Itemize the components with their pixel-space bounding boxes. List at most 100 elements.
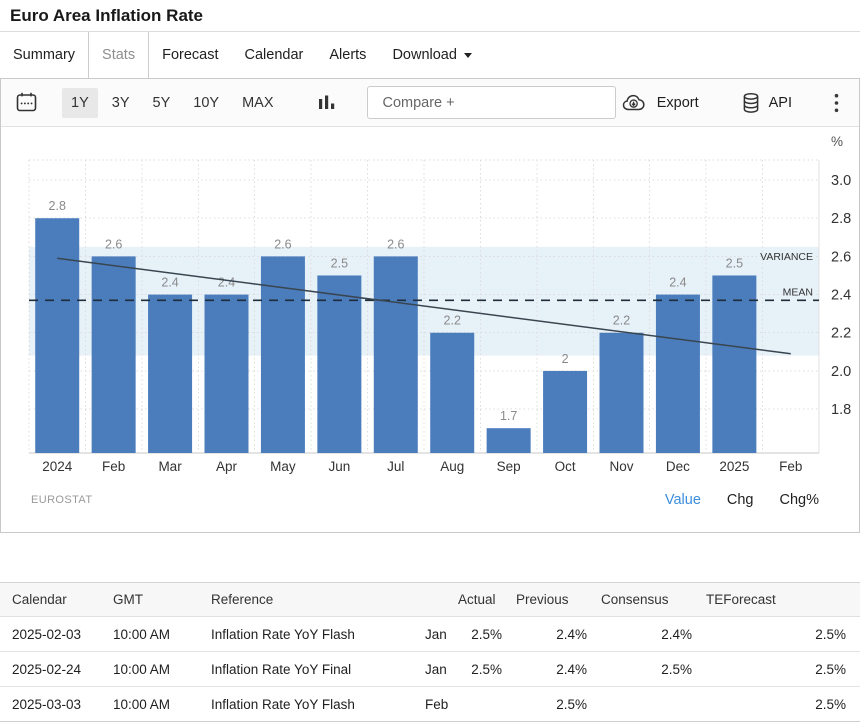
table-row[interactable]: 2025-02-03 10:00 AM Inflation Rate YoY F… <box>0 617 860 652</box>
col-header-reference: Reference <box>211 583 408 617</box>
bar-value-label: 2.5 <box>331 256 348 270</box>
chart-type-button[interactable] <box>317 93 337 113</box>
toolbar-actions: Export API <box>616 91 845 115</box>
api-label: API <box>769 95 792 111</box>
y-tick-label: 3.0 <box>831 173 851 189</box>
bar-value-label: 2.4 <box>161 276 178 290</box>
bar-Aug[interactable] <box>430 333 474 453</box>
table-row[interactable]: 2025-03-03 10:00 AM Inflation Rate YoY F… <box>0 687 860 722</box>
col-header-gmt: GMT <box>113 583 211 617</box>
bar-Apr[interactable] <box>205 295 249 453</box>
chart-footer: EUROSTAT Value Chg Chg% <box>1 480 859 532</box>
bar-Nov[interactable] <box>600 333 644 453</box>
cell-reference: Inflation Rate YoY Flash <box>211 617 408 652</box>
y-tick-label: 2.2 <box>831 326 851 342</box>
y-tick-label: 2.0 <box>831 364 851 380</box>
y-tick-label: 1.8 <box>831 402 851 418</box>
tab-summary[interactable]: Summary <box>0 32 89 78</box>
bar-Jul[interactable] <box>374 256 418 453</box>
bar-Sep[interactable] <box>487 428 531 453</box>
cell-ref-month: Feb <box>408 687 458 722</box>
tab-calendar[interactable]: Calendar <box>232 32 317 78</box>
bar-Feb[interactable] <box>92 256 136 453</box>
variance-label: VARIANCE <box>760 251 813 263</box>
bar-value-label: 2.2 <box>613 314 630 328</box>
x-tick-label: Sep <box>497 459 521 474</box>
page-title: Euro Area Inflation Rate <box>10 6 850 26</box>
x-tick-label: Feb <box>102 459 125 474</box>
value-link[interactable]: Value <box>665 492 701 508</box>
bar-Mar[interactable] <box>148 295 192 453</box>
col-header-refmonth <box>408 583 458 617</box>
page-header: Euro Area Inflation Rate <box>0 0 860 32</box>
tab-alerts[interactable]: Alerts <box>316 32 379 78</box>
bar-value-label: 2 <box>562 352 569 366</box>
inflation-chart[interactable]: 2.82.62.42.42.62.52.62.21.722.22.42.5VAR… <box>1 127 859 480</box>
cell-actual: 2.5% <box>458 652 516 687</box>
col-header-teforecast: TEForecast <box>706 583 860 617</box>
bar-Dec[interactable] <box>656 295 700 453</box>
cell-date: 2025-03-03 <box>0 687 113 722</box>
bar-2025[interactable] <box>712 275 756 453</box>
export-label: Export <box>657 95 699 111</box>
source-attribution: EUROSTAT <box>31 494 92 506</box>
bar-chart-icon <box>317 93 337 113</box>
col-header-consensus: Consensus <box>601 583 706 617</box>
cell-reference: Inflation Rate YoY Final <box>211 652 408 687</box>
api-button[interactable]: API <box>735 91 798 115</box>
compare-input[interactable] <box>367 86 615 119</box>
cell-date: 2025-02-03 <box>0 617 113 652</box>
bar-value-label: 2.6 <box>387 237 404 251</box>
chg-link[interactable]: Chg <box>727 492 754 508</box>
more-options-button[interactable] <box>828 91 845 115</box>
series-mode-links: Value Chg Chg% <box>665 492 819 508</box>
date-range-button[interactable] <box>15 91 38 114</box>
cell-consensus: 2.4% <box>601 617 706 652</box>
y-tick-label: 2.8 <box>831 211 851 227</box>
tab-download[interactable]: Download <box>379 32 485 78</box>
export-button[interactable]: Export <box>616 92 705 114</box>
chg-pct-link[interactable]: Chg% <box>780 492 820 508</box>
mean-label: MEAN <box>783 286 813 298</box>
y-axis-unit: % <box>831 134 843 149</box>
bar-Jun[interactable] <box>317 275 361 453</box>
inflation-chart-svg: 2.82.62.42.42.62.52.62.21.722.22.42.5VAR… <box>1 127 859 480</box>
table-row[interactable]: 2025-02-24 10:00 AM Inflation Rate YoY F… <box>0 652 860 687</box>
x-tick-label: Apr <box>216 459 238 474</box>
x-tick-label: Nov <box>609 459 633 474</box>
cell-previous: 2.5% <box>516 687 601 722</box>
x-tick-label: 2024 <box>42 459 73 474</box>
cell-actual <box>458 687 516 722</box>
range-3y-button[interactable]: 3Y <box>103 88 139 118</box>
bar-value-label: 1.7 <box>500 409 517 423</box>
cell-gmt: 10:00 AM <box>113 617 211 652</box>
range-5y-button[interactable]: 5Y <box>144 88 180 118</box>
cell-gmt: 10:00 AM <box>113 652 211 687</box>
x-tick-label: 2025 <box>719 459 749 474</box>
bar-value-label: 2.2 <box>444 314 461 328</box>
bar-Oct[interactable] <box>543 371 587 453</box>
x-tick-label: Feb <box>779 459 802 474</box>
calendar-table: Calendar GMT Reference Actual Previous C… <box>0 582 860 722</box>
kebab-menu-icon <box>834 93 839 113</box>
range-1y-button[interactable]: 1Y <box>62 88 98 118</box>
cell-previous: 2.4% <box>516 652 601 687</box>
tab-stats[interactable]: Stats <box>89 32 149 78</box>
range-selector: 1Y 3Y 5Y 10Y MAX <box>62 88 287 118</box>
bar-value-label: 2.6 <box>274 237 291 251</box>
x-tick-label: Mar <box>158 459 182 474</box>
bar-value-label: 2.4 <box>218 276 235 290</box>
tab-forecast[interactable]: Forecast <box>149 32 231 78</box>
range-10y-button[interactable]: 10Y <box>184 88 228 118</box>
range-max-button[interactable]: MAX <box>233 88 282 118</box>
x-tick-label: Dec <box>666 459 690 474</box>
table-header-row: Calendar GMT Reference Actual Previous C… <box>0 583 860 617</box>
x-tick-label: Jul <box>387 459 404 474</box>
x-tick-label: Oct <box>555 459 576 474</box>
x-tick-label: Aug <box>440 459 464 474</box>
cell-previous: 2.4% <box>516 617 601 652</box>
cell-reference: Inflation Rate YoY Flash <box>211 687 408 722</box>
bar-2024[interactable] <box>35 218 79 453</box>
bar-value-label: 2.8 <box>49 199 66 213</box>
database-icon <box>741 92 761 114</box>
